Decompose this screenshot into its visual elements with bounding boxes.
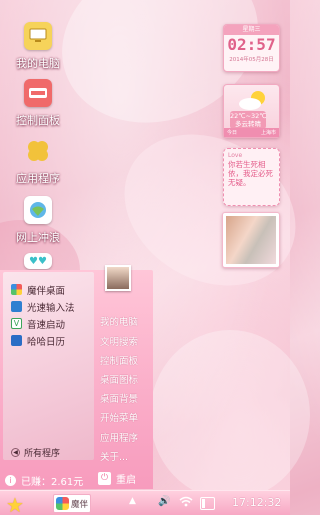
app-label: 魔伴桌面 <box>27 285 66 297</box>
menu-link-about[interactable]: 关于... <box>100 449 128 463</box>
computer-icon <box>24 22 52 50</box>
clock-widget[interactable]: 星期三 02:57 2014年05月28日 <box>223 24 280 72</box>
menu-link-start-menu[interactable]: 开始菜单 <box>100 410 138 424</box>
start-menu-app-moban[interactable]: 魔伴桌面 <box>11 282 65 297</box>
photo-frame-widget[interactable] <box>222 212 280 268</box>
desktop-icon-my-computer[interactable]: 我的电脑 <box>8 22 68 71</box>
desktop-icon-control-panel[interactable]: 控制面板 <box>8 79 68 128</box>
volume-icon[interactable]: 🔊 <box>158 496 170 507</box>
app-label: 哈哈日历 <box>27 336 66 348</box>
start-star-button[interactable]: ★ <box>6 493 24 515</box>
menu-link-search[interactable]: 文明搜索 <box>100 334 138 348</box>
arrow-left-icon: ◀ <box>11 448 20 457</box>
menu-link-applications[interactable]: 应用程序 <box>100 430 138 444</box>
launcher-icon: V <box>11 318 22 329</box>
all-programs-label: 所有程序 <box>24 449 61 459</box>
taskbar-item-label: 魔伴 <box>71 499 89 510</box>
info-icon: i <box>5 475 16 486</box>
globe-icon <box>24 196 52 224</box>
restart-button[interactable]: ⏻ 重启 <box>98 471 136 486</box>
note-text: 你若生死相依，我定必死无疑。 <box>228 160 273 187</box>
start-menu-app-input-method[interactable]: 光速输入法 <box>11 299 75 314</box>
menu-link-desktop-background[interactable]: 桌面背景 <box>100 391 138 405</box>
earned-status: i 已赚：2.61元 <box>5 473 83 488</box>
desktop-icon-label: 网上冲浪 <box>16 231 60 244</box>
desktop-icon-partial[interactable]: ♥♥ <box>8 253 68 269</box>
desktop-icon-label: 控制面板 <box>16 114 60 127</box>
tray-expand-icon[interactable]: ▲ <box>129 496 136 506</box>
photo-image <box>226 216 276 264</box>
desktop-icon-web-surfing[interactable]: 网上冲浪 <box>8 196 68 245</box>
clock-date: 2014年05月28日 <box>229 57 274 63</box>
restart-label: 重启 <box>116 475 136 486</box>
start-menu-app-panel: 魔伴桌面 光速输入法 V 音速启动 哈哈日历 ◀ 所有程序 <box>3 272 94 460</box>
battery-icon[interactable] <box>200 497 215 510</box>
menu-link-desktop-icons[interactable]: 桌面图标 <box>100 372 138 386</box>
desktop-icon-label: 我的电脑 <box>16 57 60 70</box>
avatar[interactable] <box>105 265 131 291</box>
menu-link-control-panel[interactable]: 控制面板 <box>100 353 138 367</box>
clock-weekday: 星期三 <box>224 25 279 35</box>
app-label: 光速输入法 <box>27 302 75 314</box>
battery-level <box>202 499 206 508</box>
weather-city: 上海市 <box>260 130 276 136</box>
moban-icon <box>11 284 22 295</box>
earned-label: 已赚：2.61元 <box>21 477 84 488</box>
clock-time: 02:57 <box>227 35 276 54</box>
all-programs-button[interactable]: ◀ 所有程序 <box>11 446 60 459</box>
taskbar-item-moban[interactable]: 魔伴 <box>53 494 91 513</box>
menu-link-my-computer[interactable]: 我的电脑 <box>100 314 138 328</box>
weather-temp-box: 22℃~32℃ 多云转晴 <box>230 111 267 129</box>
note-widget[interactable]: Love 你若生死相依，我定必死无疑。 <box>223 148 280 206</box>
power-icon: ⏻ <box>98 472 111 485</box>
weather-cloud-icon <box>239 91 265 110</box>
clover-icon <box>24 137 52 165</box>
weather-widget[interactable]: 22℃~32℃ 多云转晴 今日 上海市 <box>223 84 280 138</box>
desktop-icon-label: 应用程序 <box>16 172 60 185</box>
heart-icon: ♥♥ <box>24 253 52 269</box>
weather-desc: 多云转晴 <box>235 120 261 128</box>
moban-icon <box>56 497 69 510</box>
wifi-icon[interactable] <box>179 496 193 510</box>
taskbar-clock: 17:12:32 <box>232 496 282 509</box>
weather-footer: 今日 上海市 <box>224 128 279 137</box>
desktop-icon-applications[interactable]: 应用程序 <box>8 137 68 186</box>
start-menu: 魔伴桌面 光速输入法 V 音速启动 哈哈日历 ◀ 所有程序 我的电脑 文明搜索 … <box>0 270 153 489</box>
start-menu-app-calendar[interactable]: 哈哈日历 <box>11 333 65 348</box>
note-title: Love <box>228 152 243 159</box>
app-label: 音速启动 <box>27 319 66 331</box>
calendar-icon <box>11 335 22 346</box>
input-method-icon <box>11 301 22 312</box>
taskbar: ★ 魔伴 ▲ 🔊 17:12:32 <box>0 490 290 515</box>
start-menu-app-launcher[interactable]: V 音速启动 <box>11 316 65 331</box>
weather-today: 今日 <box>227 130 238 136</box>
weather-temp: 22℃~32℃ <box>230 112 267 120</box>
control-panel-icon <box>24 79 52 107</box>
